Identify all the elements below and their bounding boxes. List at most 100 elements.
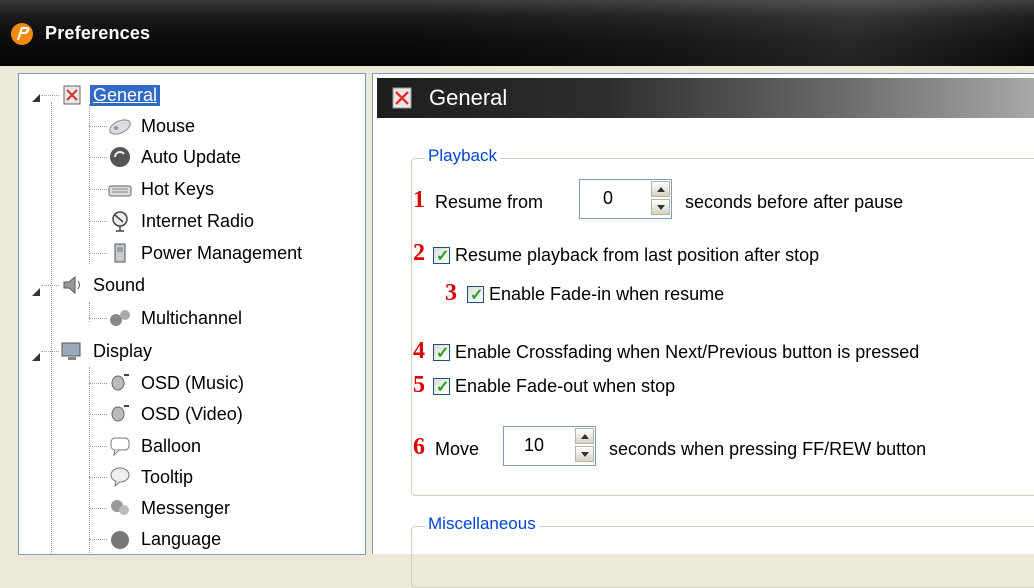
move-suffix: seconds when pressing FF/REW button bbox=[609, 439, 927, 459]
tree-line bbox=[89, 508, 107, 509]
tree-line bbox=[89, 477, 107, 478]
fade-in-checkbox[interactable]: ✓ bbox=[467, 286, 484, 304]
row-number-5: 5 bbox=[413, 372, 425, 398]
general-icon bbox=[63, 85, 81, 105]
resume-seconds-spinner[interactable]: 0 bbox=[579, 179, 672, 219]
tree-item-label: Language bbox=[141, 528, 222, 549]
resume-last-position-checkbox[interactable]: ✓ bbox=[433, 247, 450, 265]
speaker-icon bbox=[63, 275, 80, 295]
balloon-icon bbox=[110, 437, 130, 457]
tree-item-label: OSD (Music) bbox=[141, 372, 244, 393]
tree-line bbox=[89, 126, 107, 127]
miscellaneous-group bbox=[411, 526, 1034, 588]
tree-item-label: Power Management bbox=[141, 242, 303, 263]
tree-item-mouse[interactable]: Mouse bbox=[107, 111, 195, 141]
resume-from-label: Resume from bbox=[435, 192, 544, 212]
tree-item-multichannel[interactable]: Multichannel bbox=[107, 303, 242, 333]
tree-item-display[interactable]: Display bbox=[59, 336, 152, 366]
tree-item-general[interactable]: General bbox=[59, 80, 161, 110]
arrow-up-icon bbox=[657, 187, 665, 192]
arrow-up-icon bbox=[581, 434, 589, 439]
fade-out-label: Enable Fade-out when stop bbox=[455, 376, 676, 396]
tree-line bbox=[89, 539, 107, 540]
resume-from-suffix: seconds before after pause bbox=[685, 192, 904, 212]
checkmark-icon: ✓ bbox=[436, 345, 450, 362]
messenger-icon bbox=[111, 500, 129, 515]
osd-icon bbox=[111, 405, 129, 422]
crossfade-label: Enable Crossfading when Next/Previous bu… bbox=[455, 342, 920, 362]
tree-item-label: Multichannel bbox=[141, 307, 243, 328]
tree-item-internet-radio[interactable]: Internet Radio bbox=[107, 206, 254, 236]
spin-up-button[interactable] bbox=[651, 181, 670, 197]
title-bar[interactable]: Preferences bbox=[0, 0, 1034, 66]
tree-item-osd-music[interactable]: OSD (Music) bbox=[107, 368, 244, 398]
osd-icon bbox=[111, 374, 129, 391]
row-number-6: 6 bbox=[413, 434, 425, 460]
tree-item-label: Internet Radio bbox=[141, 210, 255, 231]
tree-item-label: Messenger bbox=[141, 497, 231, 518]
move-seconds-value: 10 bbox=[524, 435, 545, 455]
tree-item-osd-video[interactable]: OSD (Video) bbox=[107, 399, 243, 429]
resume-seconds-value: 0 bbox=[603, 188, 614, 208]
tree-item-label: Display bbox=[93, 340, 153, 361]
tree-item-messenger[interactable]: Messenger bbox=[107, 493, 230, 523]
spin-down-button[interactable] bbox=[575, 446, 594, 462]
keyboard-icon bbox=[108, 185, 132, 197]
tree-item-label: OSD (Video) bbox=[141, 403, 243, 424]
tree-item-label: Auto Update bbox=[141, 146, 242, 167]
tree-item-power-management[interactable]: Power Management bbox=[107, 238, 302, 268]
general-icon bbox=[392, 87, 412, 109]
checkmark-icon: ✓ bbox=[436, 248, 450, 265]
miscellaneous-group-label: Miscellaneous bbox=[425, 514, 539, 534]
tree-line bbox=[51, 102, 52, 554]
tree-item-label: Tooltip bbox=[141, 466, 194, 487]
tree-item-label: Balloon bbox=[141, 435, 202, 456]
language-icon bbox=[111, 531, 129, 549]
tree-item-language[interactable]: Language bbox=[107, 524, 221, 554]
crossfade-checkbox[interactable]: ✓ bbox=[433, 344, 450, 362]
tree-item-auto-update[interactable]: Auto Update bbox=[107, 142, 241, 172]
tree-line bbox=[89, 157, 107, 158]
move-seconds-spinner[interactable]: 10 bbox=[503, 426, 596, 466]
tree-line bbox=[41, 351, 59, 352]
category-tree[interactable]: General Mouse Auto Update Hot Keys Inter… bbox=[18, 73, 366, 555]
window-title: Preferences bbox=[45, 23, 151, 43]
tree-item-label: Sound bbox=[93, 274, 146, 295]
title-bar-gloss bbox=[420, 0, 1034, 66]
panel-title: General bbox=[429, 85, 508, 110]
spin-down-button[interactable] bbox=[651, 199, 670, 215]
multichannel-icon bbox=[110, 310, 130, 326]
monitor-icon bbox=[61, 342, 81, 360]
fade-out-checkbox[interactable]: ✓ bbox=[433, 378, 450, 396]
tree-line bbox=[89, 318, 107, 319]
tree-line bbox=[89, 221, 107, 222]
radio-icon bbox=[112, 211, 128, 232]
tree-item-tooltip[interactable]: Tooltip bbox=[107, 462, 193, 492]
tree-line bbox=[89, 253, 107, 254]
spin-up-button[interactable] bbox=[575, 428, 594, 444]
tree-line bbox=[41, 95, 59, 96]
tree-line bbox=[89, 189, 107, 190]
tree-item-sound[interactable]: Sound bbox=[59, 270, 145, 300]
row-number-1: 1 bbox=[413, 187, 425, 213]
checkmark-icon: ✓ bbox=[470, 287, 484, 304]
auto-update-icon bbox=[110, 147, 130, 167]
panel-header: General bbox=[377, 78, 1034, 118]
tree-line bbox=[89, 414, 107, 415]
tree-line bbox=[89, 383, 107, 384]
tree-line bbox=[89, 446, 107, 447]
tree-item-hot-keys[interactable]: Hot Keys bbox=[107, 174, 214, 204]
tooltip-icon bbox=[110, 467, 130, 488]
arrow-down-icon bbox=[581, 452, 589, 457]
fade-in-label: Enable Fade-in when resume bbox=[489, 284, 725, 304]
resume-last-position-label: Resume playback from last position after… bbox=[455, 245, 820, 265]
tree-item-label: Mouse bbox=[141, 115, 196, 136]
tree-line bbox=[89, 367, 90, 554]
tree-line bbox=[89, 104, 90, 264]
tree-item-label: Hot Keys bbox=[141, 178, 215, 199]
app-logo-icon bbox=[11, 23, 33, 45]
row-number-4: 4 bbox=[413, 338, 425, 364]
mouse-icon bbox=[109, 119, 131, 135]
tree-item-balloon[interactable]: Balloon bbox=[107, 431, 201, 461]
tree-line bbox=[89, 302, 90, 322]
